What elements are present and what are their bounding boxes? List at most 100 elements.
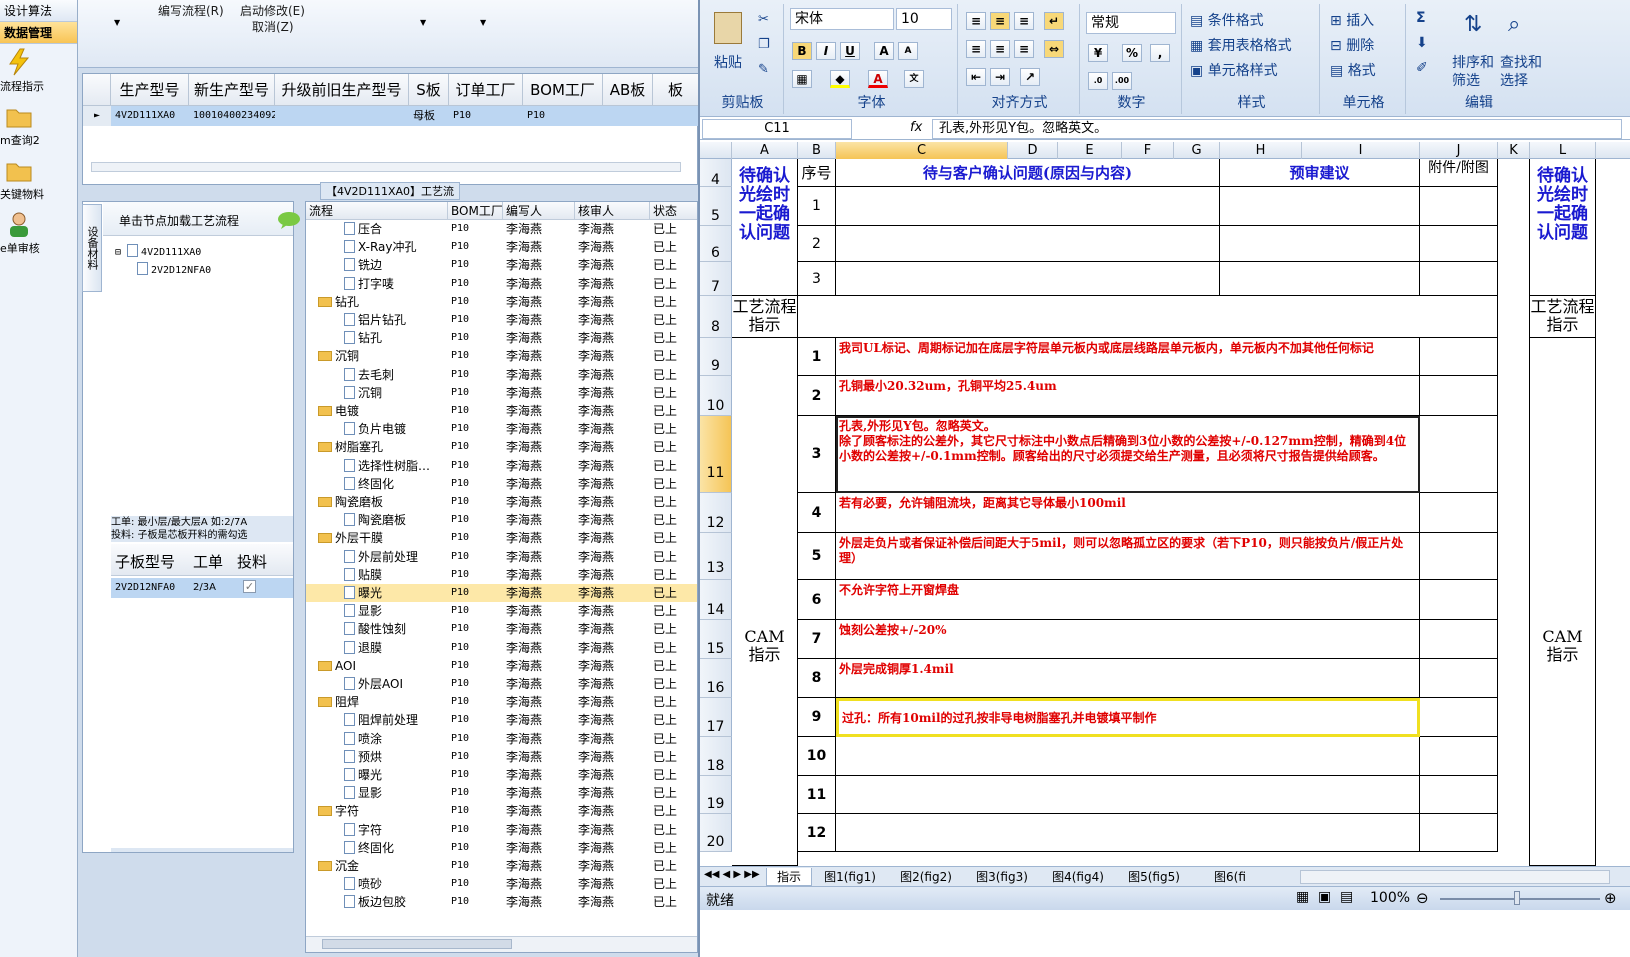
table-row[interactable]: 字符 P10 李海燕 李海燕 已上 [306,821,697,839]
table-row[interactable]: 沉铜 P10 李海燕 李海燕 已上 [306,384,697,402]
table-row[interactable]: 压合 P10 李海燕 李海燕 已上 [306,220,697,238]
fill-icon[interactable]: ⬇ [1416,35,1428,51]
cam-attach[interactable] [1420,620,1498,659]
align-bottom-icon[interactable]: ≡ [1014,12,1034,30]
table-row[interactable]: 字符 P10 李海燕 李海燕 已上 [306,802,697,820]
sheet-tab[interactable]: 图2(fig2) [888,868,964,886]
col-header[interactable]: 新生产型号 [189,74,275,106]
advice-cell[interactable] [1220,187,1420,226]
col-header-c[interactable]: C [836,142,1008,159]
row-header[interactable]: 16 [700,659,732,698]
table-row[interactable]: 铝片钻孔 P10 李海燕 李海燕 已上 [306,311,697,329]
flow-cell[interactable] [798,296,1498,338]
cam-text[interactable] [836,737,1420,776]
col-header[interactable]: 生产型号 [111,74,189,106]
wrap-text-icon[interactable]: ↵ [1044,12,1064,30]
grow-font-icon[interactable]: A [874,42,894,60]
table-row[interactable]: X-Ray冲孔 P10 李海燕 李海燕 已上 [306,238,697,256]
question-cell[interactable] [836,226,1220,262]
seq-cell[interactable]: 3 [798,262,836,296]
col-header[interactable]: 升级前旧生产型号 [275,74,409,106]
cam-seq[interactable]: 7 [798,620,836,659]
col-header[interactable]: 状态 [650,202,697,220]
table-row[interactable]: 贴膜 P10 李海燕 李海燕 已上 [306,566,697,584]
cam-text[interactable]: 我司UL标记、周期标记加在底层字符层单元板内或底层线路层单元板内，单元板内不加其… [836,338,1420,376]
paste-button[interactable]: 粘贴 [714,52,742,72]
increase-indent-icon[interactable]: ⇥ [990,68,1010,86]
select-all-corner[interactable] [700,142,732,159]
cam-text[interactable]: 外层完成铜厚1.4mil [836,659,1420,698]
sheet-tab[interactable]: 图1(fig1) [812,868,888,886]
sheet-tab[interactable]: 图4(fig4) [1040,868,1116,886]
col-header-j[interactable]: J [1420,142,1498,159]
fx-icon[interactable]: fx [910,120,922,135]
cut-icon[interactable]: ✂ [758,12,769,27]
scroll-thumb[interactable] [322,939,512,949]
percent-icon[interactable]: % [1122,44,1142,62]
cam-attach[interactable] [1420,338,1498,376]
cam-text[interactable]: 孔表,外形见Y包。忽略英文。 除了顾客标注的公差外，其它尺寸标注中小数点后精确到… [836,416,1420,493]
nav-data-management[interactable]: 数据管理 [0,22,77,44]
table-row[interactable]: 板边包胶 P10 李海燕 李海燕 已上 [306,893,697,911]
col-header[interactable]: 编写人 [503,202,575,220]
row-header[interactable]: 11 [700,416,732,493]
table-row[interactable]: 终固化 P10 李海燕 李海燕 已上 [306,839,697,857]
cell-bom-factory[interactable]: P10 [523,106,603,126]
orientation-icon[interactable]: ↗ [1020,68,1040,86]
table-row[interactable]: 退膜 P10 李海燕 李海燕 已上 [306,639,697,657]
col-header-l[interactable]: L [1530,142,1596,159]
write-flow-button[interactable]: 编写流程(R) [158,2,224,19]
table-format-button[interactable]: ▦ 套用表格格式 [1190,35,1292,55]
attach-header[interactable]: 附件/附图 [1420,159,1498,187]
cell-model[interactable]: 4V2D111XA0 [111,106,189,126]
cam-seq[interactable]: 9 [798,698,836,737]
table-row[interactable]: 沉金 P10 李海燕 李海燕 已上 [306,857,697,875]
decrease-indent-icon[interactable]: ⇤ [966,68,986,86]
merge-center-icon[interactable]: ⇔ [1044,40,1064,58]
cam-text[interactable]: 孔铜最小20.32um，孔铜平均25.4um [836,376,1420,416]
side-tab-equipment[interactable]: 设备材料 [82,204,102,292]
currency-icon[interactable]: ¥ [1088,44,1108,62]
normal-view-icon[interactable]: ▦ [1296,889,1309,905]
flow-label-right[interactable]: 工艺流程 指示 [1530,296,1596,338]
table-row[interactable]: 铣边 P10 李海燕 李海燕 已上 [306,256,697,274]
attach-cell[interactable] [1420,187,1498,226]
cam-seq[interactable]: 12 [798,814,836,852]
table-row[interactable]: 陶瓷磨板 P10 李海燕 李海燕 已上 [306,511,697,529]
start-edit-button[interactable]: 启动修改(E) [240,2,305,19]
find-select-button[interactable]: 查找和 选择 [1500,54,1542,90]
question-header[interactable]: 待与客户确认问题(原因与内容) [836,159,1220,187]
question-cell[interactable] [836,262,1220,296]
question-cell[interactable] [836,187,1220,226]
zoom-thumb[interactable] [1514,891,1520,905]
zoom-in-icon[interactable]: ⊕ [1604,889,1617,907]
border-icon[interactable]: ▦ [792,70,812,88]
paste-icon[interactable] [714,12,742,44]
align-right-icon[interactable]: ≡ [1014,40,1034,58]
table-row[interactable]: 沉铜 P10 李海燕 李海燕 已上 [306,347,697,365]
row-header[interactable]: 9 [700,338,732,376]
dropdown-icon[interactable]: ▼ [420,18,426,27]
flow-label[interactable]: 工艺流程 指示 [732,296,798,338]
col-header-i[interactable]: I [1302,142,1420,159]
feed-checkbox[interactable]: ✓ [243,580,256,593]
row-header[interactable]: 15 [700,620,732,659]
h-scrollbar[interactable] [306,936,697,952]
cam-seq[interactable]: 1 [798,338,836,376]
advice-cell[interactable] [1220,262,1420,296]
cam-seq[interactable]: 11 [798,776,836,814]
table-row[interactable]: 显影 P10 李海燕 李海燕 已上 [306,784,697,802]
number-format-select[interactable]: 常规 [1086,12,1176,34]
table-row[interactable]: 曝光 P10 李海燕 李海燕 已上 [306,584,697,603]
table-row[interactable]: 钻孔 P10 李海燕 李海燕 已上 [306,293,697,311]
cam-label[interactable]: CAM 指示 [732,338,798,866]
sort-filter-icon[interactable]: ⇅ [1464,12,1482,37]
cell-new-model[interactable]: 10010400234092 [189,106,275,126]
cam-seq[interactable]: 4 [798,493,836,533]
attach-cell[interactable] [1420,226,1498,262]
dropdown-icon[interactable]: ▼ [114,18,120,27]
col-header-b[interactable]: B [798,142,836,159]
cam-seq[interactable]: 6 [798,580,836,620]
cam-attach[interactable] [1420,776,1498,814]
nav-item-review[interactable]: e单审核 [0,206,77,260]
